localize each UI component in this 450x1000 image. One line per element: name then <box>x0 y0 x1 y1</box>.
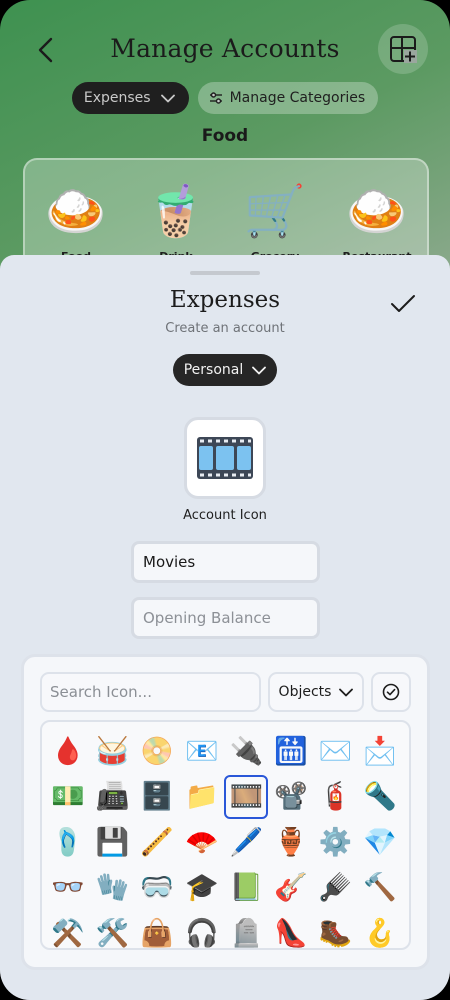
icon-option[interactable]: 💵 <box>46 775 90 819</box>
icon-option[interactable]: 👠 <box>269 911 313 955</box>
grid-add-icon <box>390 36 417 63</box>
cart-icon: 🛒 <box>243 182 307 240</box>
owner-dropdown[interactable]: Personal <box>173 354 277 386</box>
check-circle-icon <box>382 683 400 701</box>
sheet-subtitle: Create an account <box>165 321 285 336</box>
filter-bar: Expenses Manage Categories <box>0 82 450 114</box>
icon-option[interactable]: 🧯 <box>314 775 358 819</box>
icon-option[interactable]: 📀 <box>135 729 179 773</box>
icon-option[interactable]: 🪮 <box>314 866 358 910</box>
category-drink[interactable]: 🧋 Drink <box>136 178 216 263</box>
header: Manage Accounts <box>0 20 450 80</box>
drag-handle[interactable] <box>190 271 260 275</box>
drink-icon: 🧋 <box>144 182 208 240</box>
icon-option[interactable]: 👜 <box>135 911 179 955</box>
icon-option[interactable]: ✉️ <box>314 729 358 773</box>
icon-option[interactable]: 📩 <box>358 729 402 773</box>
icon-option[interactable]: 📧 <box>180 729 224 773</box>
icon-option[interactable]: 🔦 <box>358 775 402 819</box>
icon-grid: 🩸 🥁 📀 📧 🔌 🛗 ✉️ 📩 💵 📠 🗄️ 📁 🎞️ 📽️ 🧯 🔦 🩴 💾 🪈 🪭 🖊️ 🏺 ⚙️ 💎 👓 🧤 🥽 🎓 📗 🎸 🪮 🔨 ⚒️… <box>40 720 411 950</box>
category-grocery[interactable]: 🛒 Grocery <box>235 178 315 263</box>
checkmark-icon <box>391 295 415 312</box>
film-frames-icon <box>197 437 253 479</box>
icon-option[interactable]: 🛠️ <box>91 911 135 955</box>
icon-picker: Search Icon... Objects 🩸 🥁 📀 📧 🔌 🛗 ✉️ 📩 💵 📠 🗄️ 📁 🎞️ 📽… <box>21 654 430 970</box>
account-name-input[interactable]: Movies <box>131 541 320 583</box>
sheet-title: Expenses <box>169 287 281 313</box>
icon-option[interactable]: 🎞️ <box>224 774 269 819</box>
owner-dropdown-label: Personal <box>183 362 244 378</box>
section-title: Food <box>201 126 249 146</box>
icon-option[interactable]: 🎧 <box>180 911 224 955</box>
icon-option[interactable]: 🥁 <box>91 729 135 773</box>
icon-option[interactable]: 🩴 <box>46 820 90 864</box>
chevron-down-icon <box>339 688 354 696</box>
chevron-down-icon <box>252 366 267 374</box>
icon-option[interactable]: 📽️ <box>269 775 313 819</box>
account-icon-caption: Account Icon <box>183 508 267 523</box>
icon-option[interactable]: 🪭 <box>180 820 224 864</box>
icon-option[interactable]: 🥽 <box>135 866 179 910</box>
icon-option[interactable]: 👓 <box>46 866 90 910</box>
icon-option[interactable]: 🥾 <box>314 911 358 955</box>
restaurant-icon: 🍛 <box>345 182 409 240</box>
account-icon-button[interactable] <box>184 417 266 499</box>
icon-option[interactable]: 🪈 <box>135 820 179 864</box>
icon-option[interactable]: 🩸 <box>46 729 90 773</box>
create-account-sheet: Expenses Create an account Personal Acco… <box>0 255 450 1000</box>
chevron-down-icon <box>160 94 175 102</box>
category-restaurant[interactable]: 🍛 Restaurant <box>337 178 417 263</box>
icon-option[interactable]: 🪝 <box>358 911 402 955</box>
opening-balance-input[interactable]: Opening Balance <box>131 597 320 639</box>
icon-option[interactable]: 🔌 <box>224 729 268 773</box>
icon-option[interactable]: 💎 <box>358 820 402 864</box>
sliders-icon <box>209 92 222 104</box>
category-food[interactable]: 🍛 Food <box>36 178 116 263</box>
icon-option[interactable]: 📗 <box>224 866 268 910</box>
icon-option[interactable]: 🪦 <box>224 911 268 955</box>
add-widget-button[interactable] <box>378 24 428 74</box>
icon-option[interactable]: 🎓 <box>180 866 224 910</box>
icon-category-dropdown[interactable]: Objects <box>268 672 364 712</box>
icon-option[interactable]: 📠 <box>91 775 135 819</box>
manage-categories-label: Manage Categories <box>229 90 366 106</box>
food-icon: 🍛 <box>44 182 108 240</box>
icon-option[interactable]: 📁 <box>180 775 224 819</box>
icon-option[interactable]: 🗄️ <box>135 775 179 819</box>
icon-option[interactable]: ⚒️ <box>46 911 90 955</box>
select-icon-button[interactable] <box>371 672 411 712</box>
icon-category-label: Objects <box>278 684 332 700</box>
type-dropdown[interactable]: Expenses <box>71 82 189 114</box>
confirm-button[interactable] <box>386 287 420 321</box>
icon-option[interactable]: 🔨 <box>358 866 402 910</box>
icon-option[interactable]: 🖊️ <box>224 820 268 864</box>
icon-option[interactable]: 🛗 <box>269 729 313 773</box>
icon-option[interactable]: 💾 <box>91 820 135 864</box>
icon-option[interactable]: 🧤 <box>91 866 135 910</box>
app-screen: Manage Accounts Expenses Manage Categori… <box>0 0 450 1000</box>
manage-categories-button[interactable]: Manage Categories <box>197 82 379 114</box>
icon-search-input[interactable]: Search Icon... <box>40 672 261 712</box>
icon-option[interactable]: 🏺 <box>269 820 313 864</box>
icon-option[interactable]: 🎸 <box>269 866 313 910</box>
type-dropdown-label: Expenses <box>83 90 151 106</box>
icon-option[interactable]: ⚙️ <box>314 820 358 864</box>
